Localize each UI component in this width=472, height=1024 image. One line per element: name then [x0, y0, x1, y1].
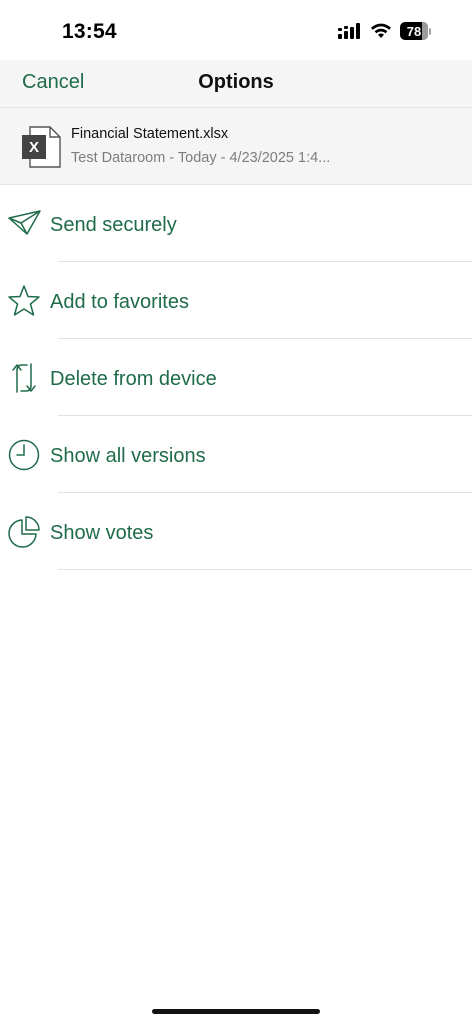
- nav-bar: Cancel Options: [0, 60, 472, 108]
- sync-arrows-icon: [12, 363, 36, 393]
- svg-text:X: X: [29, 139, 39, 156]
- file-header: X Financial Statement.xlsx Test Dataroom…: [0, 108, 472, 185]
- status-icons: 78: [338, 22, 432, 40]
- option-label: Show all versions: [50, 445, 206, 467]
- star-icon: [8, 285, 40, 316]
- option-label: Show votes: [50, 522, 154, 544]
- file-meta: Test Dataroom - Today - 4/23/2025 1:4...: [71, 150, 331, 166]
- option-delete-from-device[interactable]: Delete from device: [0, 339, 472, 416]
- home-indicator[interactable]: [152, 1009, 320, 1014]
- options-list: Send securely Add to favorites Delete fr…: [0, 185, 472, 570]
- status-time: 13:54: [62, 20, 117, 43]
- pie-chart-icon: [8, 516, 40, 548]
- status-bar: 13:54 78: [0, 0, 472, 60]
- option-show-votes[interactable]: Show votes: [0, 493, 472, 570]
- excel-file-icon: X: [22, 126, 61, 168]
- option-send-securely[interactable]: Send securely: [0, 185, 472, 262]
- option-label: Add to favorites: [50, 291, 189, 313]
- file-name: Financial Statement.xlsx: [71, 126, 229, 142]
- wifi-icon: [371, 23, 391, 38]
- option-label: Delete from device: [50, 368, 217, 390]
- signal-icon: [338, 23, 360, 39]
- battery-icon: 78: [400, 22, 432, 40]
- paper-plane-icon: [8, 210, 41, 235]
- cancel-button[interactable]: Cancel: [22, 71, 84, 94]
- battery-level: 78: [406, 23, 422, 39]
- option-label: Send securely: [50, 214, 177, 236]
- option-show-all-versions[interactable]: Show all versions: [0, 416, 472, 493]
- options-screen: 13:54 78 Cancel Options X Financial Stat…: [0, 0, 472, 1024]
- clock-icon: [8, 439, 40, 471]
- option-add-to-favorites[interactable]: Add to favorites: [0, 262, 472, 339]
